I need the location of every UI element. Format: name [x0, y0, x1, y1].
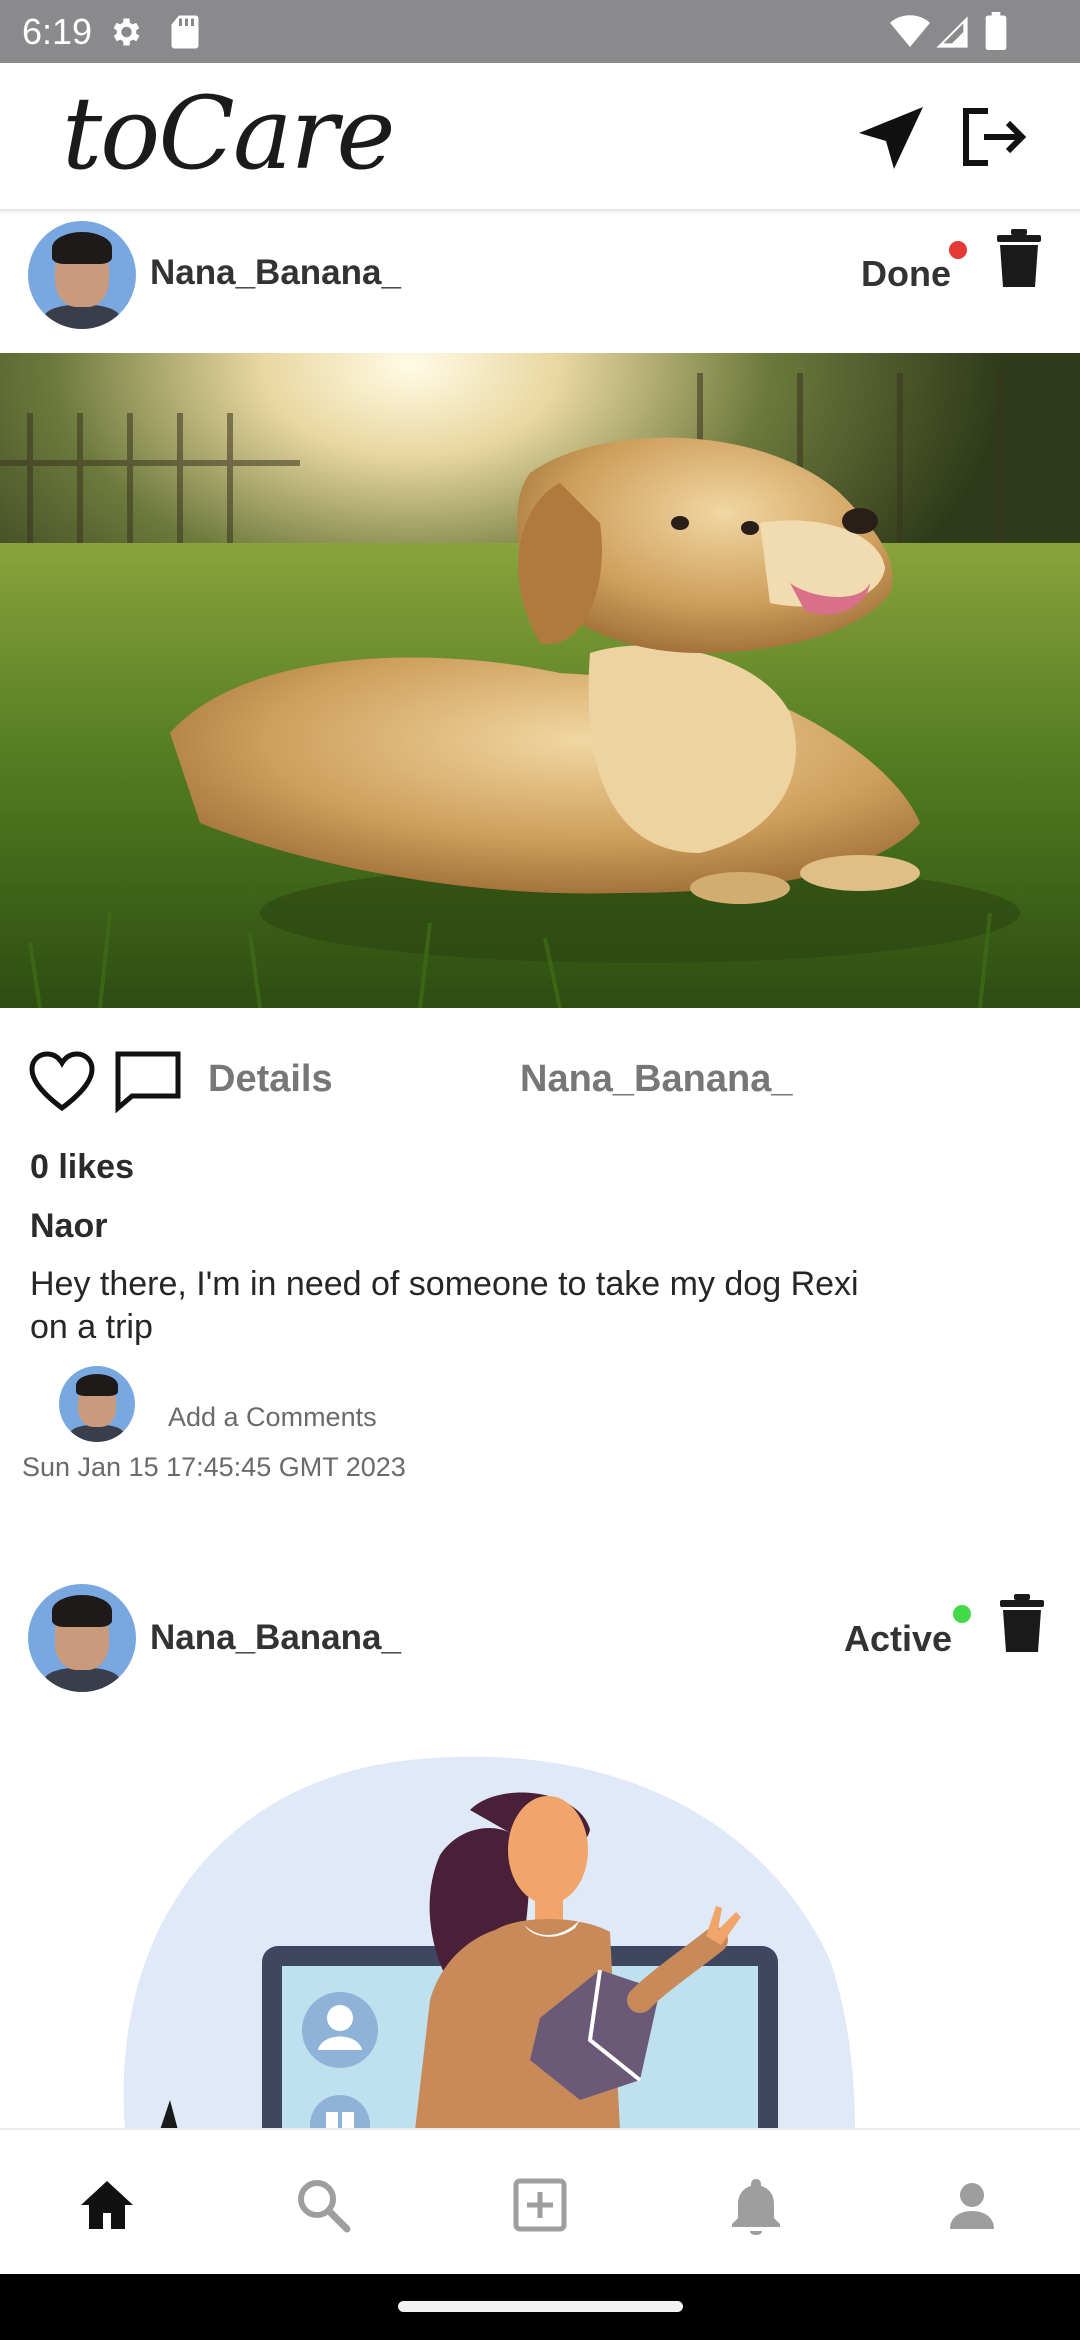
heart-icon[interactable] — [28, 1050, 96, 1114]
settings-icon — [113, 18, 140, 46]
post-header: Nana_Banana_ Active — [0, 1578, 1080, 1718]
avatar — [59, 1366, 135, 1442]
notifications-icon[interactable] — [726, 2175, 786, 2235]
app-header: toCare — [0, 63, 1080, 211]
post-username[interactable]: Nana_Banana_ — [150, 253, 401, 293]
home-icon[interactable] — [77, 2175, 137, 2235]
add-post-icon[interactable] — [510, 2175, 570, 2235]
post-username[interactable]: Nana_Banana_ — [150, 1618, 401, 1658]
app-logo: toCare — [62, 75, 396, 192]
post-status: Done — [861, 253, 951, 294]
avatar[interactable] — [28, 221, 136, 329]
post-actions: Details Nana_Banana_ — [0, 1040, 1080, 1130]
post-description: Hey there, I'm in need of someone to tak… — [30, 1265, 859, 1346]
comment-row: Add a Comments — [0, 1366, 1080, 1446]
post-image[interactable] — [0, 1700, 1080, 2130]
owner-username[interactable]: Nana_Banana_ — [520, 1058, 792, 1101]
person-at-laptop-illustration — [123, 1756, 855, 2130]
status-bar: 6:19 — [0, 0, 1080, 63]
golden-retriever-photo — [0, 353, 1080, 1008]
logout-icon[interactable] — [958, 101, 1030, 173]
status-dot — [949, 241, 967, 259]
sd-card-icon — [171, 15, 199, 49]
status-time: 6:19 — [22, 11, 93, 52]
likes-count: 0 likes — [30, 1148, 134, 1186]
post-date: Sun Jan 15 17:45:45 GMT 2023 — [22, 1452, 406, 1482]
trash-icon[interactable] — [995, 229, 1043, 289]
post-status: Active — [844, 1618, 953, 1659]
post-author: Naor — [30, 1207, 108, 1245]
post-header: Nana_Banana_ Done — [0, 213, 1080, 353]
trash-icon[interactable] — [998, 1594, 1046, 1654]
battery-icon — [985, 12, 1007, 50]
details-link[interactable]: Details — [208, 1058, 333, 1101]
send-icon[interactable] — [855, 101, 927, 173]
cellular-icon — [936, 16, 968, 48]
status-dot — [953, 1605, 971, 1623]
search-icon[interactable] — [293, 2175, 353, 2235]
gesture-navigation-bar — [0, 2274, 1080, 2340]
comment-icon[interactable] — [114, 1050, 182, 1114]
bottom-nav — [0, 2128, 1080, 2274]
profile-icon[interactable] — [942, 2175, 1002, 2235]
wifi-icon — [890, 15, 930, 48]
post-image[interactable] — [0, 353, 1080, 1008]
avatar[interactable] — [28, 1584, 136, 1692]
add-comment-input[interactable]: Add a Comments — [168, 1402, 377, 1433]
home-gesture-handle[interactable] — [398, 2301, 683, 2312]
